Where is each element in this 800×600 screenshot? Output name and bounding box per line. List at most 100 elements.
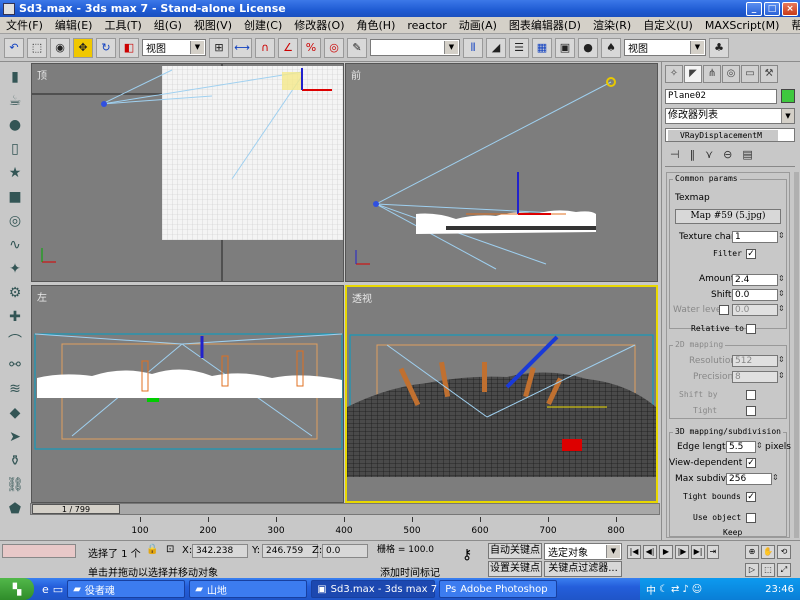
render-type-select[interactable]: 视图 xyxy=(624,39,706,56)
viewport-label-top[interactable]: 顶 xyxy=(37,67,47,82)
make-unique-icon[interactable]: ⋎ xyxy=(705,148,713,161)
next-frame-icon[interactable]: |▶ xyxy=(675,545,689,559)
view-dependent-checkbox[interactable]: ✓ xyxy=(746,458,756,468)
filter-checkbox[interactable]: ✓ xyxy=(746,249,756,259)
twist-icon[interactable]: ⚯ xyxy=(3,354,27,376)
viewport-perspective[interactable]: 透视 xyxy=(345,285,658,503)
arrow-icon[interactable]: ➤ xyxy=(3,426,27,448)
align-button[interactable]: ◢ xyxy=(486,37,506,58)
rock-icon[interactable]: ⬟ xyxy=(3,498,27,520)
select-move-button[interactable]: ✥ xyxy=(73,37,93,58)
auto-key-button[interactable]: 自动关键点 xyxy=(488,543,542,559)
play-icon[interactable]: ▶ xyxy=(659,545,673,559)
spline-icon[interactable]: ∿ xyxy=(3,234,27,256)
viewport-top[interactable]: 顶 xyxy=(31,63,344,282)
menu-character[interactable]: 角色(H) xyxy=(351,17,402,33)
cylinder-icon[interactable]: ▯ xyxy=(3,138,27,160)
menu-help[interactable]: 帮助(H) xyxy=(785,17,800,33)
set-key-button[interactable]: 设置关键点 xyxy=(488,561,542,577)
stack-item-vraydisplacement[interactable]: VRayDisplacementM xyxy=(668,130,778,141)
key-filters-button[interactable]: 关键点过滤器... xyxy=(544,561,622,577)
maximize-button[interactable]: □ xyxy=(764,1,780,16)
schematic-view-button[interactable]: ▣ xyxy=(555,37,575,58)
task-folder-2[interactable]: ▰ 山地 xyxy=(189,580,308,598)
relative-to-checkbox[interactable] xyxy=(746,324,756,334)
menu-animation[interactable]: 动画(A) xyxy=(453,17,503,33)
water-level-spinner[interactable]: 0.0 xyxy=(732,304,787,316)
angle-snap-button[interactable]: ∠ xyxy=(278,37,298,58)
quicklaunch-desktop-icon[interactable]: ▭ xyxy=(53,583,63,596)
helper-icon[interactable]: ✚ xyxy=(3,306,27,328)
menu-maxscript[interactable]: MAXScript(M) xyxy=(699,19,786,32)
time-slider-track[interactable]: 1 / 799 xyxy=(30,503,660,515)
x-coordinate-field[interactable]: 342.238 xyxy=(192,544,248,558)
z-coordinate-field[interactable]: 0.0 xyxy=(322,544,368,558)
menu-rendering[interactable]: 渲染(R) xyxy=(587,17,637,33)
task-3dsmax[interactable]: ▣ Sd3.max - 3ds max 7 ... xyxy=(311,580,450,598)
y-coordinate-field[interactable]: 246.759 xyxy=(262,544,318,558)
add-time-tag[interactable]: 添加时间标记 xyxy=(380,564,440,579)
menu-group[interactable]: 组(G) xyxy=(148,17,188,33)
modifier-list-select[interactable]: 修改器列表 xyxy=(665,108,795,124)
field-of-view-icon[interactable]: ▷ xyxy=(745,563,759,577)
motion-tab-icon[interactable]: ◎ xyxy=(722,65,740,83)
time-slider[interactable]: 1 / 799 xyxy=(32,504,120,514)
object-color-swatch[interactable] xyxy=(781,89,795,103)
teapot-icon[interactable]: ☕ xyxy=(3,90,27,112)
torus-icon[interactable]: ◎ xyxy=(3,210,27,232)
texture-chan-spinner[interactable]: 1 xyxy=(732,231,787,243)
menu-tools[interactable]: 工具(T) xyxy=(98,17,147,33)
absolute-mode-icon[interactable]: ⊡ xyxy=(166,544,174,555)
undo-button[interactable]: ↶ xyxy=(4,37,24,58)
resolution-spinner[interactable]: 512 xyxy=(732,355,787,367)
display-tab-icon[interactable]: ▭ xyxy=(741,65,759,83)
utilities-tab-icon[interactable]: ⚒ xyxy=(760,65,778,83)
zoom-region-icon[interactable]: ⬚ xyxy=(761,563,775,577)
key-icon[interactable]: ⚷ xyxy=(462,547,472,563)
close-button[interactable]: × xyxy=(782,1,798,16)
pivot-button[interactable]: ⊞ xyxy=(209,37,229,58)
edge-length-spinner[interactable]: 5.5 xyxy=(726,441,765,453)
remove-modifier-icon[interactable]: ⊖ xyxy=(723,148,732,161)
scale-button[interactable]: ◧ xyxy=(119,37,139,58)
select-object-button[interactable]: ◉ xyxy=(50,37,70,58)
viewport-label-left[interactable]: 左 xyxy=(37,289,47,304)
tight-bounds-checkbox[interactable]: ✓ xyxy=(746,492,756,502)
object-name-field[interactable]: Plane02 xyxy=(665,89,777,104)
maxscript-listener-mini[interactable] xyxy=(2,544,76,558)
gear-icon[interactable]: ⚙ xyxy=(3,282,27,304)
modify-tab-icon[interactable]: ◤ xyxy=(684,65,702,83)
mirror-tool-button[interactable]: ⫴ xyxy=(463,37,483,58)
menu-file[interactable]: 文件(F) xyxy=(0,17,49,33)
wave-icon[interactable]: ≋ xyxy=(3,378,27,400)
named-selection-set-select[interactable] xyxy=(370,39,460,56)
shift-by-checkbox[interactable] xyxy=(746,390,756,400)
amount-spinner[interactable]: 2.4 xyxy=(732,274,787,286)
minimize-button[interactable]: _ xyxy=(746,1,762,16)
menu-graph-editors[interactable]: 图表编辑器(D) xyxy=(503,17,587,33)
hierarchy-tab-icon[interactable]: ⋔ xyxy=(703,65,721,83)
start-button[interactable]: ▚ xyxy=(0,578,34,600)
lock-selection-icon[interactable]: 🔒 xyxy=(146,544,158,555)
maximize-viewport-icon[interactable]: ⤢ xyxy=(777,563,791,577)
mirror-button[interactable]: ⟷ xyxy=(232,37,252,58)
spinner-snap-button[interactable]: ◎ xyxy=(324,37,344,58)
shift-spinner[interactable]: 0.0 xyxy=(732,289,787,301)
viewport-label-front[interactable]: 前 xyxy=(351,67,361,82)
go-to-start-icon[interactable]: |◀ xyxy=(627,545,641,559)
network-icon[interactable]: ⇄ xyxy=(671,584,679,595)
menu-views[interactable]: 视图(V) xyxy=(188,17,238,33)
quick-render-button[interactable]: ♣ xyxy=(709,37,729,58)
render-scene-button[interactable]: ♠ xyxy=(601,37,621,58)
volume-icon[interactable]: ♪ xyxy=(682,584,688,595)
key-selection-select[interactable]: 选定对象 xyxy=(544,543,622,560)
viewport-label-perspective[interactable]: 透视 xyxy=(352,290,372,305)
select-region-button[interactable]: ⬚ xyxy=(27,37,47,58)
precision-spinner[interactable]: 8 xyxy=(732,371,787,383)
show-end-result-icon[interactable]: ‖ xyxy=(690,148,696,161)
texmap-map-button[interactable]: Map #59 (5.jpg) xyxy=(675,209,781,224)
bend-icon[interactable]: ⌒ xyxy=(3,330,27,352)
shape-icon[interactable]: ◆ xyxy=(3,402,27,424)
task-folder-1[interactable]: ▰ 役者魂 xyxy=(67,580,186,598)
star-icon[interactable]: ★ xyxy=(3,162,27,184)
